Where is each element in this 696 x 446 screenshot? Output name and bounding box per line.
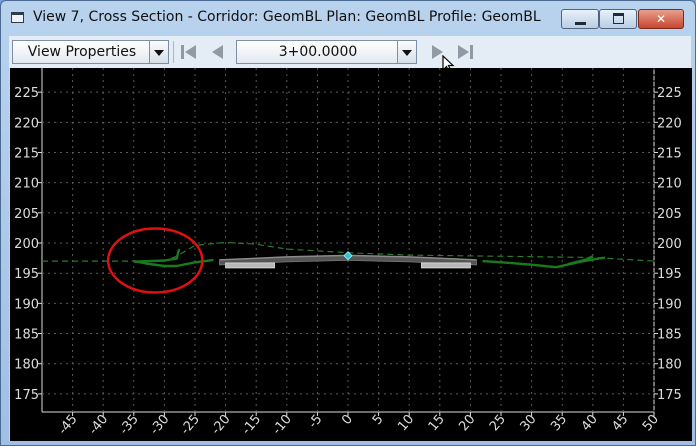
maximize-button[interactable] [599,9,637,29]
y-tick-label-right: 215 [657,146,682,161]
y-tick-label-right: 220 [657,116,682,131]
chevron-down-icon[interactable] [397,41,416,63]
y-tick-label-left: 195 [14,267,39,282]
first-station-button[interactable] [179,42,201,62]
window-title: View 7, Cross Section - Corridor: GeomBL… [33,9,541,25]
maximize-icon [612,13,624,24]
y-tick-label-right: 205 [657,207,682,222]
y-tick-label-right: 200 [657,237,682,252]
curb-shape [421,262,471,269]
minimize-icon [574,22,586,25]
y-tick-label-left: 200 [14,237,39,252]
station-dropdown[interactable]: 3+00.0000 [236,40,417,64]
toolbar-separator [173,41,174,63]
y-tick-label-right: 180 [657,358,682,373]
y-tick-label-right: 225 [657,86,682,101]
last-station-button[interactable] [455,42,477,62]
window-icon [11,12,24,23]
title-bar[interactable]: View 7, Cross Section - Corridor: GeomBL… [1,1,695,35]
y-tick-label-right: 190 [657,297,682,312]
y-tick-label-right: 185 [657,328,682,343]
y-tick-label-left: 190 [14,297,39,312]
y-tick-label-left: 210 [14,177,39,192]
y-tick-label-left: 205 [14,207,39,222]
view-properties-label: View Properties [27,44,137,60]
previous-station-button[interactable] [207,42,229,62]
minimize-button[interactable] [561,9,599,29]
y-tick-label-right: 195 [657,267,682,282]
view-properties-dropdown[interactable]: View Properties [12,40,169,64]
y-tick-label-left: 175 [14,388,39,403]
y-tick-label-right: 175 [657,388,682,403]
y-tick-label-right: 210 [657,177,682,192]
chevron-down-icon[interactable] [149,41,168,63]
toolbar: View Properties 3+00.0000 [9,36,691,68]
station-value: 3+00.0000 [278,44,358,60]
y-tick-label-left: 180 [14,358,39,373]
cross-section-chart[interactable]: -45 -40 -35 -30 -25 -20 -15 -10 -5 0 5 10 15 20 25 30 35… [10,68,692,441]
y-tick-label-left: 220 [14,116,39,131]
y-tick-label-left: 185 [14,328,39,343]
close-icon: ✕ [655,12,667,26]
y-tick-label-left: 225 [14,86,39,101]
cross-section-view[interactable]: -45 -40 -35 -30 -25 -20 -15 -10 -5 0 5 10 15 20 25 30 35… [9,68,692,441]
curb-shape [225,262,275,269]
cross-section-window: View 7, Cross Section - Corridor: GeomBL… [0,0,696,446]
close-button[interactable]: ✕ [638,9,684,29]
y-tick-label-left: 215 [14,146,39,161]
